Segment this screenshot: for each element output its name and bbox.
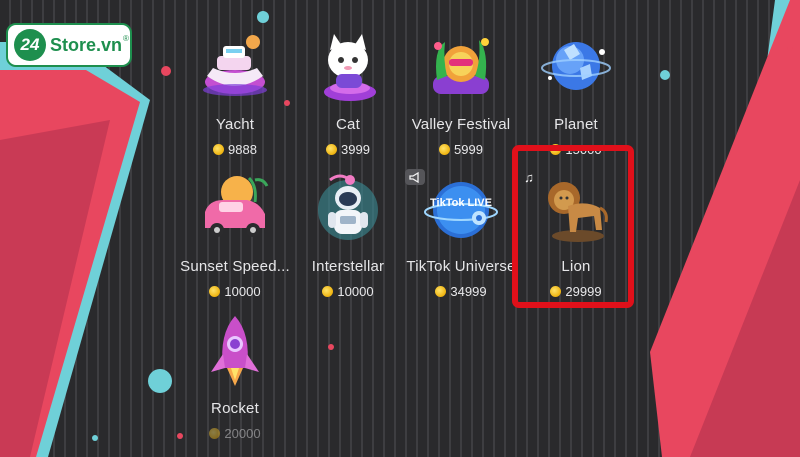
store-logo: 24 Store.vn ® — [6, 23, 132, 67]
gift-price-value: 34999 — [450, 284, 487, 299]
gift-name: Valley Festival — [411, 116, 511, 133]
gift-price: 5999 — [439, 142, 483, 157]
gift-name: Cat — [336, 116, 360, 133]
coin-icon — [213, 144, 225, 155]
planet-icon — [538, 30, 614, 106]
gift-price-value: 9888 — [228, 142, 257, 157]
gift-tiktok-universe[interactable]: TikTok LIVE TikTok Universe 34999 — [402, 172, 520, 302]
yacht-icon — [197, 30, 273, 106]
selection-highlight-box — [512, 145, 634, 308]
gift-valley-festival[interactable]: Valley Festival 5999 — [402, 30, 520, 160]
coin-icon — [439, 144, 451, 155]
gift-name: TikTok Universe — [406, 258, 516, 275]
gift-price: 20000 — [209, 426, 261, 441]
gift-planet[interactable]: Planet 15000 — [517, 30, 635, 160]
gift-name: Planet — [554, 116, 598, 133]
gift-rocket[interactable]: Rocket 20000 — [176, 314, 294, 444]
gift-yacht[interactable]: Yacht 9888 — [176, 30, 294, 160]
gift-price-value: 20000 — [224, 426, 261, 441]
gift-price: 3999 — [326, 142, 370, 157]
coin-icon — [209, 286, 221, 297]
gift-price: 10000 — [209, 284, 261, 299]
tiktok-universe-icon: TikTok LIVE — [423, 172, 499, 248]
megaphone-icon — [405, 169, 425, 185]
gift-price-value: 10000 — [224, 284, 261, 299]
valley-festival-icon — [423, 30, 499, 106]
gift-interstellar[interactable]: Interstellar 10000 — [289, 172, 407, 302]
rocket-icon — [197, 314, 273, 390]
gift-price-value: 5999 — [454, 142, 483, 157]
gift-price: 34999 — [435, 284, 487, 299]
pink-car-icon — [197, 172, 273, 248]
gift-name: Interstellar — [311, 258, 385, 275]
cat-icon — [310, 30, 386, 106]
coin-icon — [326, 144, 338, 155]
astronaut-icon — [310, 172, 386, 248]
gift-price: 10000 — [322, 284, 374, 299]
coin-icon — [435, 286, 447, 297]
gift-name: Sunset Speed... — [180, 258, 290, 275]
gift-name: Rocket — [211, 400, 259, 417]
gift-price: 9888 — [213, 142, 257, 157]
logo-text: Store.vn — [50, 34, 123, 55]
gift-name: Yacht — [215, 116, 255, 133]
tiktok-live-logo-text: TikTok LIVE — [430, 197, 492, 209]
logo-badge: 24 — [14, 29, 46, 61]
logo-registered-mark: ® — [123, 33, 129, 43]
coin-icon — [209, 428, 221, 439]
gift-price-value: 3999 — [341, 142, 370, 157]
gift-price-value: 10000 — [337, 284, 374, 299]
gift-sunset-speedway[interactable]: Sunset Speed... 10000 — [176, 172, 294, 302]
gift-cat[interactable]: Cat 3999 — [289, 30, 407, 160]
coin-icon — [322, 286, 334, 297]
